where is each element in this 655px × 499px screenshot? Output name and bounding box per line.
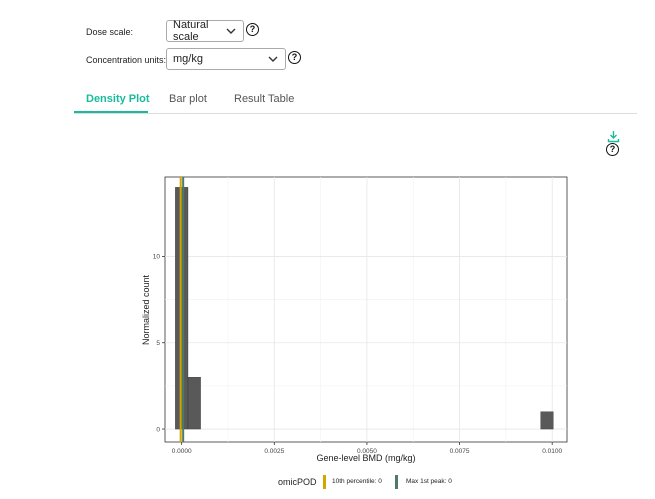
plot-panel: [164, 176, 568, 443]
x-tick-label: 0.0100: [542, 448, 562, 455]
histogram-bar: [187, 377, 201, 430]
legend-label-tenth-percentile: 10th percentile: 0: [332, 478, 382, 485]
y-axis-label: Normalized count: [141, 274, 151, 345]
y-tick-label: 0: [156, 426, 160, 433]
legend-key-tenth-percentile: [323, 475, 326, 489]
legend-key-max-first-peak: [395, 475, 398, 489]
density-plot-chart: 0.0000 0.0025 0.0050 0.0075 0.01000510 Gene-…: [141, 176, 568, 463]
histogram-bar: [540, 411, 554, 430]
x-tick-label: 0.0025: [264, 448, 284, 455]
y-tick-label: 10: [153, 254, 161, 261]
legend-label-max-first-peak: Max 1st peak: 0: [406, 478, 452, 485]
x-tick-label: 0.0000: [172, 448, 192, 455]
x-axis-label: Gene-level BMD (mg/kg): [316, 453, 415, 463]
y-tick-label: 5: [156, 340, 160, 347]
legend-title: omicPOD: [278, 477, 317, 487]
x-tick-label: 0.0075: [450, 448, 470, 455]
